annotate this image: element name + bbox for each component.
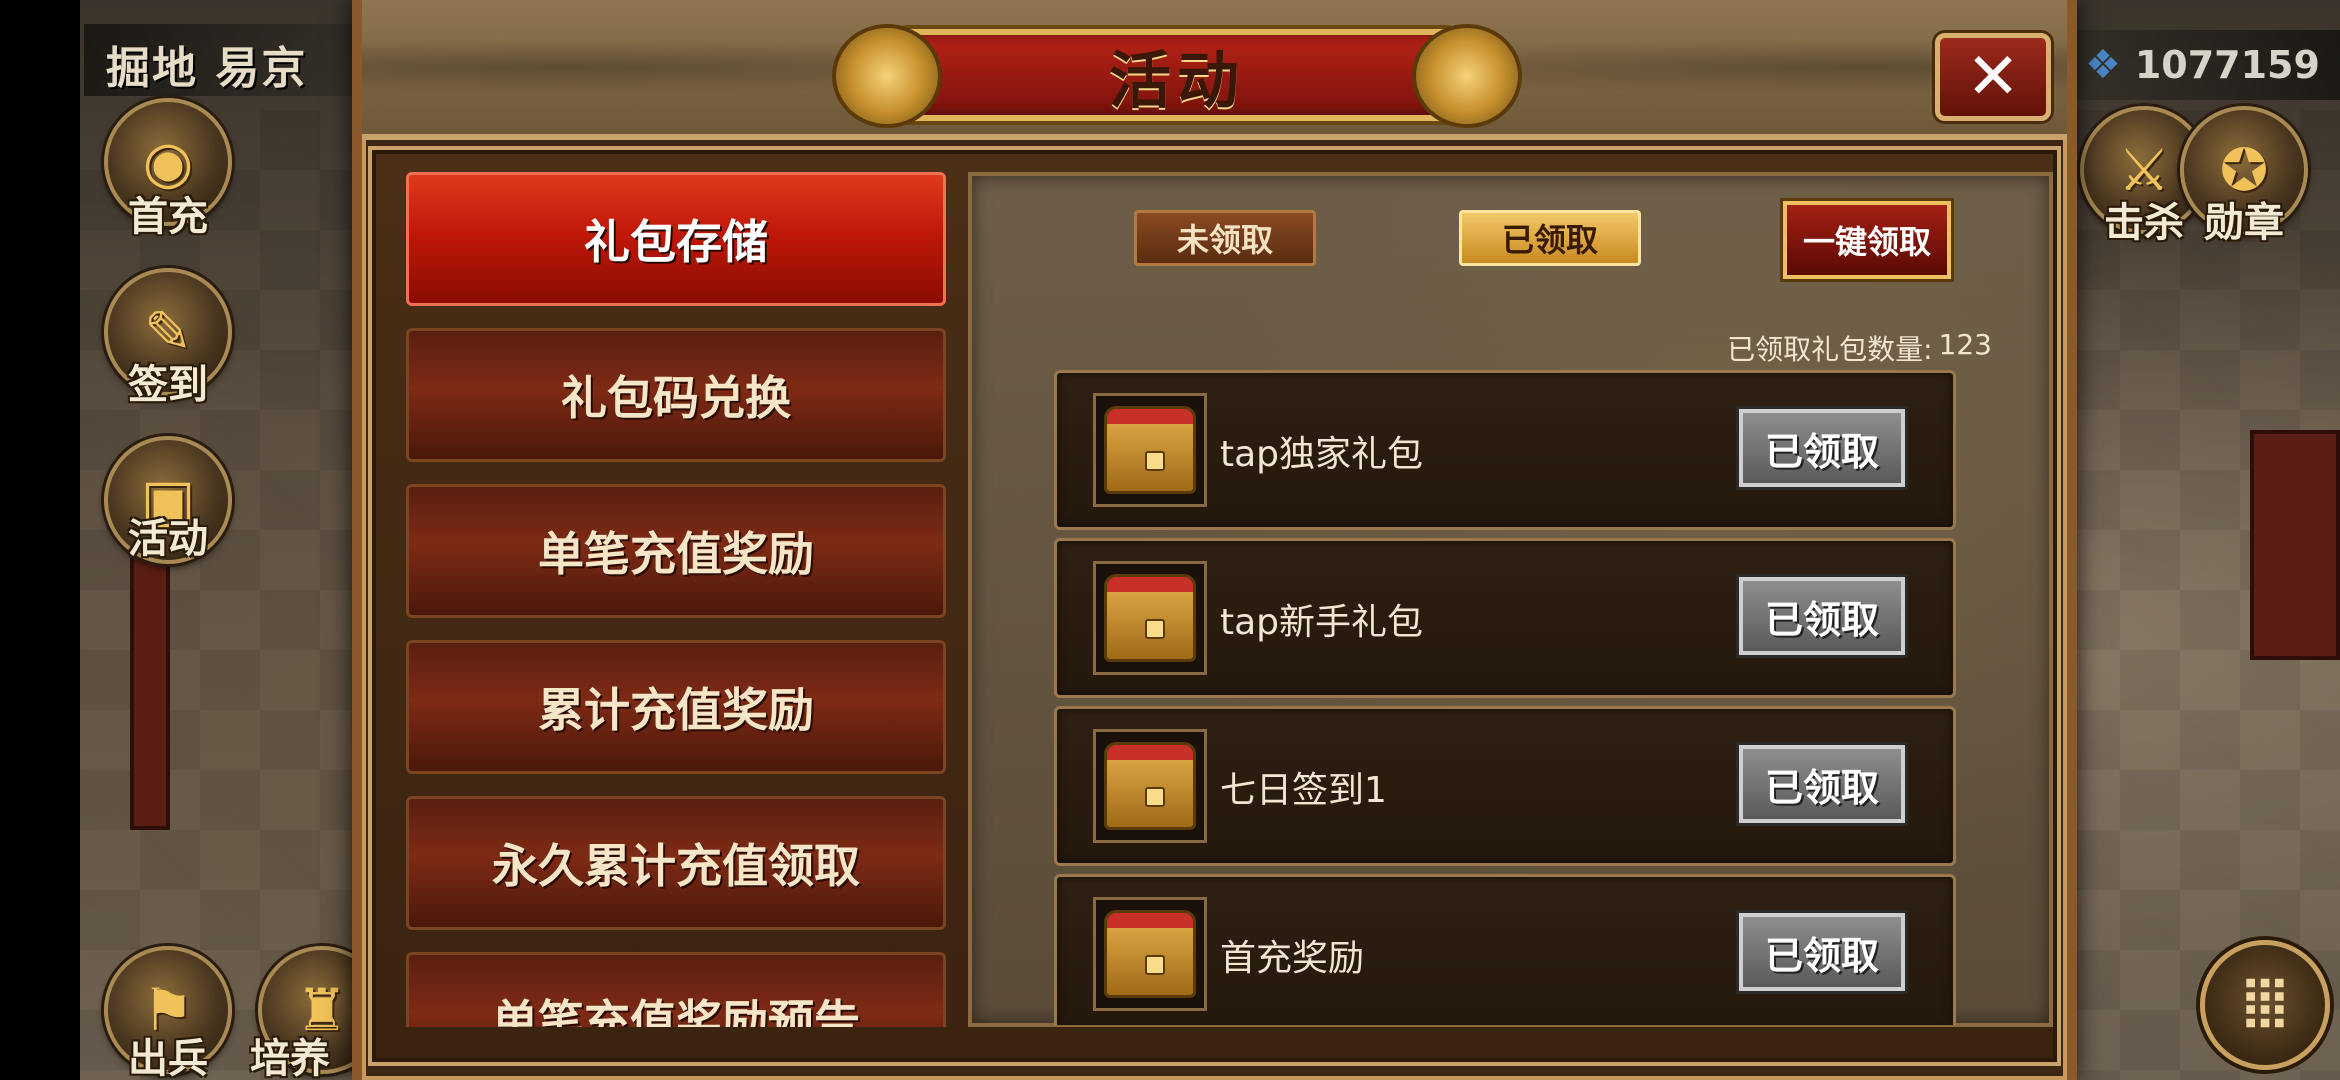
claimed-count-label: 已领取礼包数量: [1727,333,1933,366]
claim-all-button[interactable]: 一键领取 [1783,201,1951,279]
gift-claimed-button[interactable]: 已领取 [1739,745,1905,823]
main-menu-button[interactable]: ⦙⦙⦙ [2200,940,2330,1070]
claimed-count: 已领取礼包数量: 123 [1572,328,1992,368]
close-icon: ✕ [1966,40,2020,114]
gift-name: tap新手礼包 [1220,602,1424,643]
location-label: 掘地 易京 [84,24,354,96]
dispatch-troops-label: 出兵 [128,1036,208,1080]
title-plaque: 活动 [832,16,1522,134]
scene-screen-decoration [2250,430,2340,660]
gift-list[interactable]: tap独家礼包 已领取 tap新手礼包 已领取 七日签到1 已领取 首充奖励 已… [1054,370,1956,1025]
currency-value: 1077159 [2134,43,2320,87]
tab-permanent-cumulative-recharge[interactable]: 永久累计充值领取 [406,796,946,930]
tab-single-recharge-reward[interactable]: 单笔充值奖励 [406,484,946,618]
currency-display: ❖ 1077159 [2075,30,2340,100]
sign-in-label: 签到 [128,362,208,408]
left-letterbox [0,0,80,1080]
filter-unclaimed-button[interactable]: 未领取 [1134,210,1316,266]
treasure-chest-icon [1093,729,1207,843]
activity-dialog: 活动 ✕ 礼包存储 礼包码兑换 单笔充值奖励 累计充值奖励 永久累计充值领取 单… [352,0,2077,1080]
dialog-title: 活动 [1108,44,1245,117]
treasure-chest-icon [1093,561,1207,675]
gift-row: tap新手礼包 已领取 [1054,538,1956,698]
right-cloud-ornament-icon [1412,24,1522,128]
dialog-body: 礼包存储 礼包码兑换 单笔充值奖励 累计充值奖励 永久累计充值领取 单笔充值奖励… [368,146,2061,1066]
first-recharge-label: 首充 [128,194,208,240]
title-plate: 活动 [897,29,1457,121]
gift-name: 七日签到1 [1220,770,1387,811]
gift-row: 首充奖励 已领取 [1054,874,1956,1025]
gift-claimed-button[interactable]: 已领取 [1739,913,1905,991]
dialog-header: 活动 ✕ [362,0,2067,140]
scene-weapon-rack [130,530,170,830]
gift-claimed-button[interactable]: 已领取 [1739,577,1905,655]
close-button[interactable]: ✕ [1935,33,2051,121]
train-label: 培养 [250,1036,330,1080]
gem-icon: ❖ [2085,42,2121,88]
tab-gift-code-redeem[interactable]: 礼包码兑换 [406,328,946,462]
activity-tab-list: 礼包存储 礼包码兑换 单笔充值奖励 累计充值奖励 永久累计充值领取 单笔充值奖励… [406,172,946,1027]
treasure-chest-icon [1093,393,1207,507]
tab-gift-storage[interactable]: 礼包存储 [406,172,946,306]
menu-grid-icon: ⦙⦙⦙ [2243,968,2287,1042]
tab-cumulative-recharge-reward[interactable]: 累计充值奖励 [406,640,946,774]
activity-label: 活动 [128,516,208,562]
claimed-count-value: 123 [1938,328,1992,361]
left-cloud-ornament-icon [832,24,942,128]
gift-row: tap独家礼包 已领取 [1054,370,1956,530]
tab-single-recharge-preview[interactable]: 单笔充值奖励预告 [406,952,946,1027]
gift-storage-panel: 未领取 已领取 一键领取 已领取礼包数量: 123 tap独家礼包 已领取 ta… [968,172,2053,1027]
treasure-chest-icon [1093,897,1207,1011]
gift-row: 七日签到1 已领取 [1054,706,1956,866]
gift-claimed-button[interactable]: 已领取 [1739,409,1905,487]
gift-name: 首充奖励 [1220,938,1365,979]
gift-name: tap独家礼包 [1220,434,1424,475]
filter-claimed-button[interactable]: 已领取 [1459,210,1641,266]
medal-label: 勋章 [2204,200,2284,246]
